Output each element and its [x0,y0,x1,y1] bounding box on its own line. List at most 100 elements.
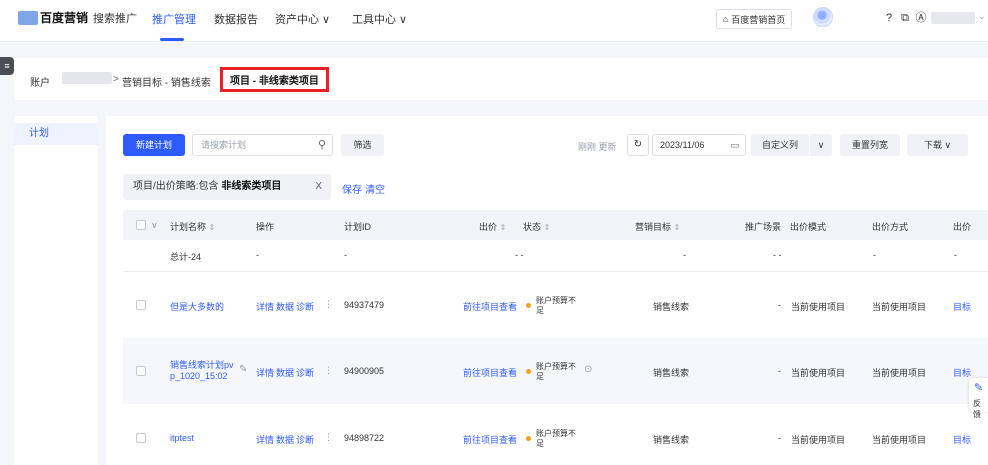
status-dot-icon [526,369,531,374]
bid-mode: 当前使用项目 [791,435,846,445]
nav-promotion-management[interactable]: 推广管理 [152,11,196,27]
date-picker[interactable]: 2023/11/06 ▭ [652,134,746,156]
help-icon[interactable]: ? [882,11,896,25]
col-marketing-goal[interactable]: 营销目标 ⇕ [635,220,680,233]
search-icon[interactable]: ⚲ [318,138,326,151]
table-total-row: 总计-24 - - - - - - - - - [123,240,988,270]
sort-icon: ⇕ [499,223,507,232]
status-text: 账户预算不足 [536,296,576,315]
detail-link[interactable]: 详情 [256,433,274,446]
diagnose-link[interactable]: 诊断 [296,366,314,379]
info-icon[interactable]: ⊙ [584,364,592,375]
pencil-icon: ✎ [974,382,984,394]
more-icon[interactable]: ⋮ [324,365,333,376]
sidebar-item-plan[interactable]: 计划 [14,123,98,145]
col-plan-name[interactable]: 计划名称 ⇕ [170,220,215,233]
nav-data-report[interactable]: 数据报告 [214,11,258,27]
custom-columns-button[interactable]: 自定义列 [751,134,809,156]
row-checkbox[interactable] [136,300,146,310]
table-row: 但是大多数的 详情 数据 诊断 ⋮ 94937479 前往项目查看 账户预算不足… [123,272,988,338]
new-plan-button[interactable]: 新建计划 [123,134,185,156]
search-input[interactable] [201,135,311,155]
col-status[interactable]: 状态 ⇕ [523,220,550,233]
col-bid-mode: 出价模式 [790,222,827,232]
data-link[interactable]: 数据 [276,366,294,379]
edit-icon[interactable]: ✎ [239,364,247,375]
col-plan-id: 计划ID [344,222,372,232]
globe-icon[interactable] [813,7,833,27]
filter-button[interactable]: 筛选 [341,134,384,156]
nav-active-indicator [160,38,184,41]
breadcrumb-project-highlighted[interactable]: 项目 - 非线索类项目 [220,67,329,92]
view-project-link[interactable]: 前往项目查看 [463,433,517,446]
bid-method: 当前使用项目 [872,368,927,378]
plan-name-link[interactable]: itptest [170,433,194,443]
logo-mark-icon [18,10,38,25]
select-chevron-down-icon[interactable]: ∨ [151,220,158,231]
view-project-link[interactable]: 前往项目查看 [463,366,517,379]
date-value: 2023/11/06 [660,140,705,150]
nav-tool-center[interactable]: 工具中心 ∨ [352,11,407,27]
refresh-icon[interactable]: ↻ [627,134,649,156]
marketing-goal: 销售线索 [653,302,690,312]
data-link[interactable]: 数据 [276,300,294,313]
select-all-checkbox[interactable] [136,220,146,230]
logo-product: 搜索推广 [93,12,138,25]
breadcrumb-account[interactable]: 账户 [30,74,50,89]
baidu-marketing-home-button[interactable]: ⌂ 百度营销首页 [716,9,792,29]
sort-icon: ⇕ [208,223,216,232]
target-link[interactable]: 目标 [953,300,971,313]
save-filter-link[interactable]: 保存 [342,181,362,196]
sort-icon: ⇕ [673,223,681,232]
total-goal: - [683,250,686,260]
close-icon[interactable]: X [315,174,322,200]
col-bid-cut: 出价 [953,222,972,232]
clear-filter-link[interactable]: 清空 [365,181,385,196]
left-panel: 计划 [14,116,98,465]
baidu-logo[interactable]: 百度营销 搜索推广 [18,9,137,26]
diagnose-link[interactable]: 诊断 [296,300,314,313]
total-bid-cut: - [954,250,957,260]
user-icon[interactable]: Ⓐ [914,11,928,25]
status-dot-icon [526,303,531,308]
detail-link[interactable]: 详情 [256,300,274,313]
sidebar-toggle-icon[interactable]: ≡ [0,57,14,75]
more-icon[interactable]: ⋮ [324,299,333,310]
breadcrumb-separator: > [113,74,119,85]
feedback-label: 反馈 [973,399,981,419]
copy-icon[interactable]: ⧉ [898,11,912,25]
account-name-redacted[interactable] [62,72,112,84]
bid-method: 当前使用项目 [872,302,927,312]
chevron-down-icon[interactable]: ⌄ [978,11,986,22]
table-row: itptest 详情 数据 诊断 ⋮ 94898722 前往项目查看 账户预算不… [123,404,988,465]
row-checkbox[interactable] [136,433,146,443]
target-link[interactable]: 目标 [953,366,971,379]
col-bid[interactable]: 出价 ⇕ [479,220,506,233]
filter-value: 非线索类项目 [221,181,282,192]
last-updated-text: 刚刚 更新 [578,142,617,152]
plan-search: ⚲ [192,134,333,156]
active-filter-chip: 项目/出价策略:包含 非线索类项目 X [123,174,331,200]
breadcrumb-marketing-goal[interactable]: 营销目标 - 销售线索 [122,74,211,89]
reset-column-width-button[interactable]: 重置列宽 [840,134,900,156]
username-redacted[interactable] [931,12,975,24]
total-id: - [344,250,347,260]
scene: - [778,366,781,376]
data-link[interactable]: 数据 [276,433,294,446]
more-icon[interactable]: ⋮ [324,432,333,443]
scene: - [778,433,781,443]
calendar-icon: ▭ [730,140,739,150]
plan-name-link[interactable]: 但是大多数的 [170,300,224,313]
plan-list-panel: 新建计划 ⚲ 筛选 刚刚 更新 ↻ 2023/11/06 ▭ 自定义列 ∨ 重置… [106,116,988,465]
nav-asset-center[interactable]: 资产中心 ∨ [275,11,330,27]
custom-columns-chevron-down-icon[interactable]: ∨ [810,134,832,156]
view-project-link[interactable]: 前往项目查看 [463,300,517,313]
diagnose-link[interactable]: 诊断 [296,433,314,446]
row-checkbox[interactable] [136,366,146,376]
detail-link[interactable]: 详情 [256,366,274,379]
plan-name-link[interactable]: 销售线索计划pv p_1020_15:02 [170,360,234,382]
feedback-widget[interactable]: ✎ 反馈 [969,378,988,419]
target-link[interactable]: 目标 [953,433,971,446]
download-button[interactable]: 下载 ∨ [907,134,968,156]
col-bid-method: 出价方式 [872,222,909,232]
